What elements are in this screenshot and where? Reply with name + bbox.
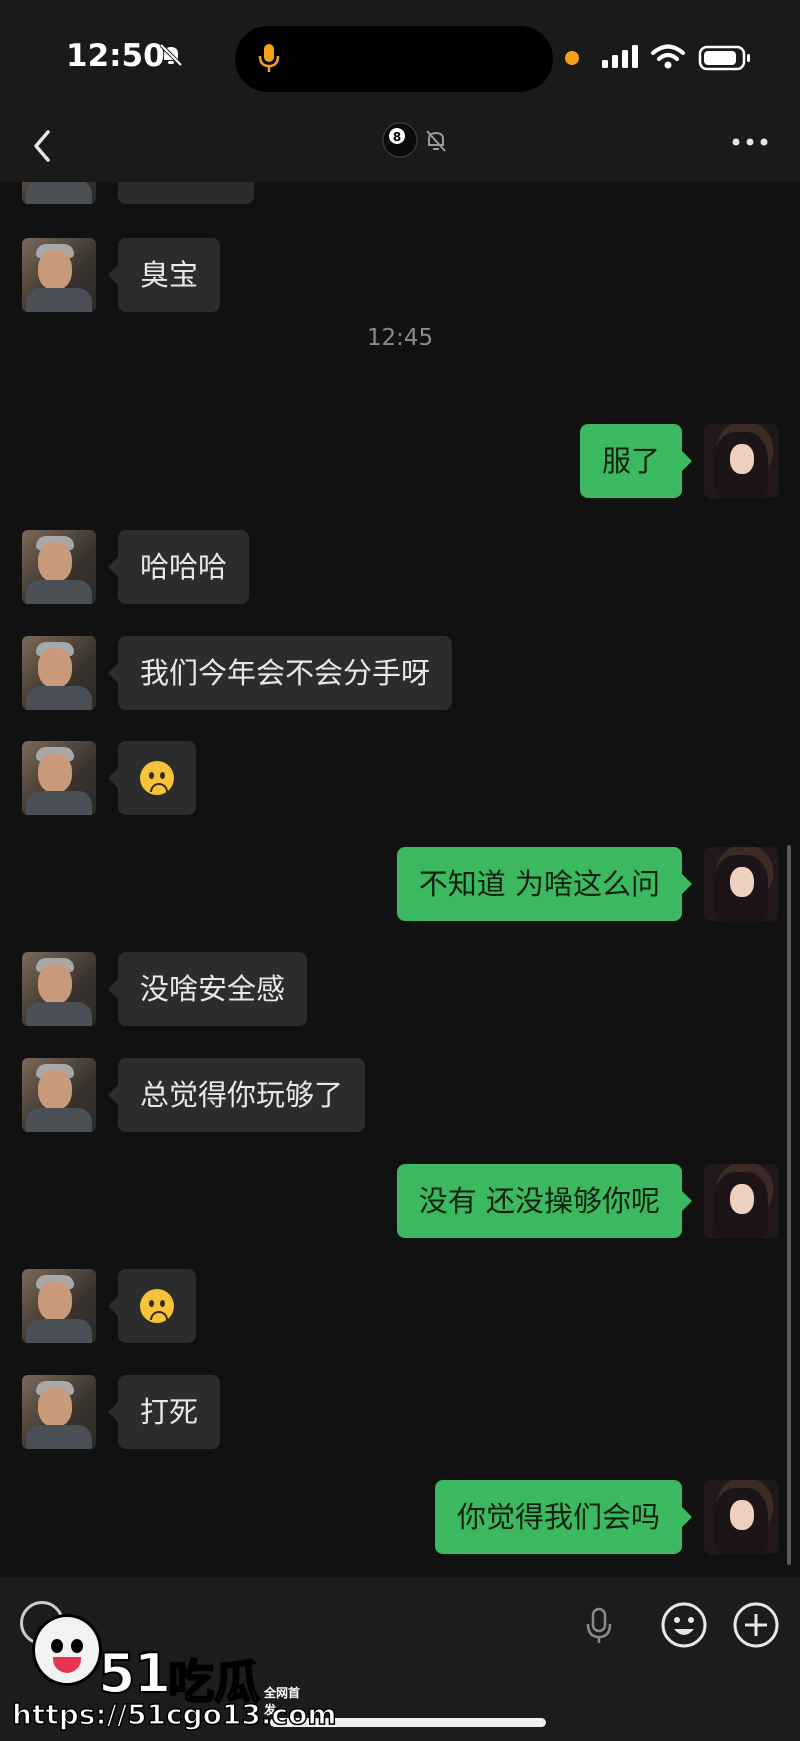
my-avatar[interactable]: [704, 1480, 778, 1554]
watermark-url: https://51cgo13.com: [11, 1697, 337, 1732]
cellular-signal-icon: [602, 45, 638, 68]
message-bubble[interactable]: 我们今年会不会分手呀: [107, 636, 453, 710]
contact-avatar[interactable]: [22, 1375, 96, 1449]
message-list[interactable]: 臭宝 12:45 服了 哈哈哈 我们今年会不会分手呀 不知道 为啥这么问 没啥安…: [0, 182, 800, 1577]
back-arrow-icon[interactable]: [24, 124, 64, 168]
message-bubble[interactable]: 你觉得我们会吗: [434, 1480, 693, 1554]
my-avatar[interactable]: [704, 1164, 778, 1238]
emoji-icon[interactable]: [660, 1601, 708, 1649]
mic-active-icon: [258, 44, 280, 72]
dynamic-island: [235, 26, 553, 92]
message-bubble[interactable]: 没啥安全感: [107, 952, 308, 1026]
frowning-face-icon: [140, 761, 174, 795]
message-bubble[interactable]: 总觉得你玩够了: [107, 1058, 366, 1132]
watermark-mascot-icon: [32, 1614, 102, 1686]
chat-header: 8: [0, 110, 800, 182]
recording-dot: [565, 51, 579, 65]
message-timestamp: 12:45: [366, 325, 434, 351]
message-bubble[interactable]: 服了: [579, 424, 693, 498]
watermark: 51 吃瓜 全网首发 https://51cgo13.com: [10, 1614, 337, 1734]
contact-avatar[interactable]: [22, 741, 96, 815]
contact-avatar[interactable]: [22, 952, 96, 1026]
message-bubble[interactable]: 打死: [107, 1375, 221, 1449]
plus-icon[interactable]: [732, 1601, 780, 1649]
my-avatar[interactable]: [704, 847, 778, 921]
more-options-icon[interactable]: [728, 130, 772, 154]
watermark-brand-number: 51: [97, 1641, 172, 1706]
microphone-icon[interactable]: [585, 1607, 613, 1645]
contact-avatar[interactable]: [22, 1269, 96, 1343]
contact-avatar[interactable]: [22, 182, 96, 204]
message-bubble-partial[interactable]: [118, 182, 254, 204]
contact-avatar[interactable]: [22, 1058, 96, 1132]
emoji-bubble[interactable]: [108, 1269, 196, 1343]
scrollbar[interactable]: [787, 845, 791, 1565]
battery-icon: [698, 45, 750, 71]
message-bubble[interactable]: 不知道 为啥这么问: [396, 847, 693, 921]
message-bubble[interactable]: 哈哈哈: [107, 530, 250, 604]
my-avatar[interactable]: [704, 424, 778, 498]
svg-text:8: 8: [393, 130, 401, 144]
frowning-face-icon: [140, 1289, 174, 1323]
contact-avatar[interactable]: [22, 238, 96, 312]
emoji-bubble[interactable]: [108, 741, 196, 815]
status-bar: 12:50: [0, 0, 800, 110]
eight-ball-icon: 8: [382, 122, 418, 158]
bell-off-icon: [159, 43, 183, 67]
contact-avatar[interactable]: [22, 636, 96, 710]
mute-icon: [426, 130, 446, 152]
contact-avatar[interactable]: [22, 530, 96, 604]
status-time: 12:50: [66, 38, 165, 74]
wifi-icon: [651, 44, 685, 69]
message-bubble[interactable]: 臭宝: [107, 238, 221, 312]
message-bubble[interactable]: 没有 还没操够你呢: [396, 1164, 693, 1238]
